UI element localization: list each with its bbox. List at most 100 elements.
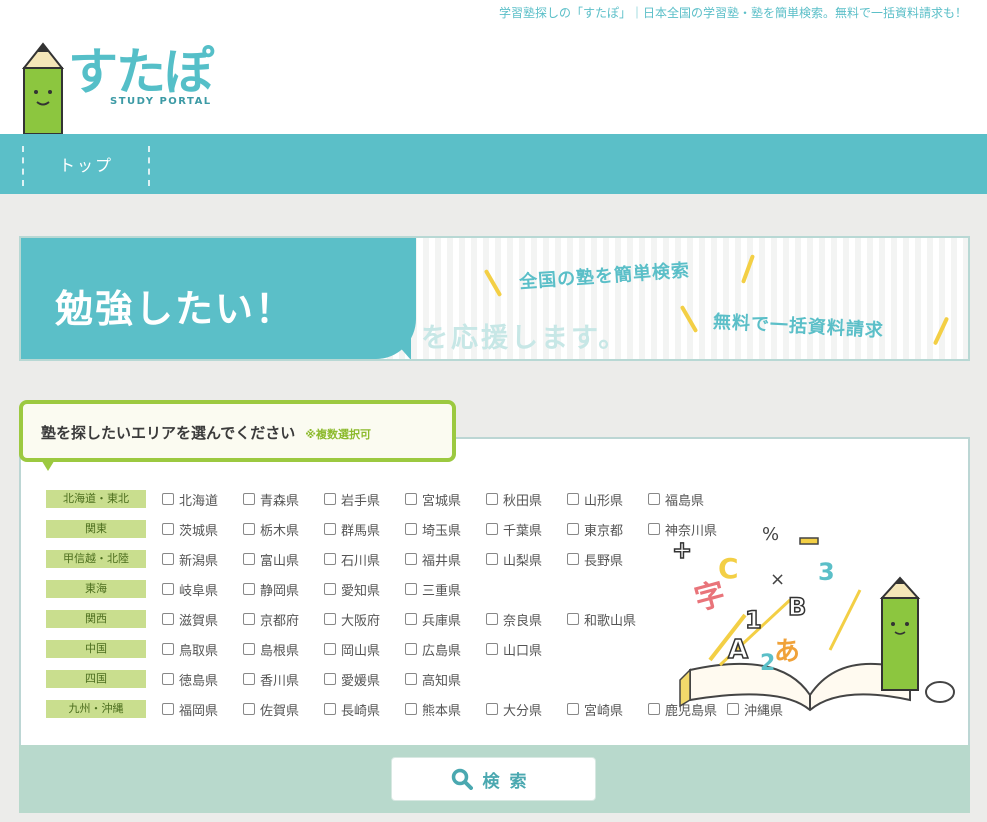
prefecture-option[interactable]: 愛知県 <box>324 578 380 600</box>
prefecture-checkbox[interactable] <box>567 493 579 505</box>
prefecture-checkbox[interactable] <box>486 613 498 625</box>
prefecture-label: 熊本県 <box>422 703 462 719</box>
prefecture-option[interactable]: 島根県 <box>243 638 299 660</box>
prefecture-checkbox[interactable] <box>243 553 255 565</box>
prefecture-checkbox[interactable] <box>243 673 255 685</box>
prefecture-checkbox[interactable] <box>567 613 579 625</box>
prefecture-checkbox[interactable] <box>162 703 174 715</box>
prefecture-checkbox[interactable] <box>405 583 417 595</box>
prefecture-option[interactable]: 新潟県 <box>162 548 218 570</box>
prefecture-checkbox[interactable] <box>243 523 255 535</box>
prefecture-option[interactable]: 山形県 <box>567 488 623 510</box>
site-logo[interactable]: すたぽ STUDY PORTAL <box>18 30 278 134</box>
prefecture-label: 青森県 <box>260 493 300 509</box>
prefecture-option[interactable]: 長野県 <box>567 548 623 570</box>
prefecture-checkbox[interactable] <box>324 583 336 595</box>
prefecture-checkbox[interactable] <box>243 643 255 655</box>
banner-title: 勉強したい！ <box>55 287 296 331</box>
prefecture-checkbox[interactable] <box>405 643 417 655</box>
prefecture-option[interactable]: 高知県 <box>405 668 461 690</box>
prefecture-option[interactable]: 岡山県 <box>324 638 380 660</box>
nav-item-top[interactable]: トップ <box>22 146 150 186</box>
prefecture-checkbox[interactable] <box>324 553 336 565</box>
prefecture-option[interactable]: 栃木県 <box>243 518 299 540</box>
prefecture-option[interactable]: 福井県 <box>405 548 461 570</box>
prefecture-label: 和歌山県 <box>584 613 637 629</box>
prefecture-checkbox[interactable] <box>648 493 660 505</box>
prefecture-checkbox[interactable] <box>567 523 579 535</box>
prefecture-option[interactable]: 山梨県 <box>486 548 542 570</box>
prefecture-checkbox[interactable] <box>486 553 498 565</box>
prefecture-checkbox[interactable] <box>162 583 174 595</box>
prefecture-option[interactable]: 青森県 <box>243 488 299 510</box>
prefecture-checkbox[interactable] <box>486 643 498 655</box>
prefecture-checkbox[interactable] <box>405 493 417 505</box>
prefecture-option[interactable]: 宮崎県 <box>567 698 623 720</box>
prefecture-option[interactable]: 滋賀県 <box>162 608 218 630</box>
prefecture-checkbox[interactable] <box>162 643 174 655</box>
prefecture-checkbox[interactable] <box>324 673 336 685</box>
prefecture-option[interactable]: 福岡県 <box>162 698 218 720</box>
prefecture-checkbox[interactable] <box>162 523 174 535</box>
prefecture-option[interactable]: 茨城県 <box>162 518 218 540</box>
prefecture-checkbox[interactable] <box>243 493 255 505</box>
prefecture-option[interactable]: 北海道 <box>162 488 218 510</box>
prefecture-checkbox[interactable] <box>162 613 174 625</box>
prefecture-checkbox[interactable] <box>405 703 417 715</box>
prefecture-checkbox[interactable] <box>324 493 336 505</box>
prefecture-checkbox[interactable] <box>486 493 498 505</box>
prefecture-option[interactable]: 大阪府 <box>324 608 380 630</box>
prefecture-checkbox[interactable] <box>405 553 417 565</box>
prefecture-option[interactable]: 岐阜県 <box>162 578 218 600</box>
prefecture-option[interactable]: 長崎県 <box>324 698 380 720</box>
prefecture-option[interactable]: 福島県 <box>648 488 704 510</box>
prefecture-option[interactable]: 石川県 <box>324 548 380 570</box>
prefecture-option[interactable]: 兵庫県 <box>405 608 461 630</box>
prefecture-option[interactable]: 静岡県 <box>243 578 299 600</box>
prefecture-checkbox[interactable] <box>324 703 336 715</box>
prefecture-label: 滋賀県 <box>179 613 219 629</box>
prefecture-checkbox[interactable] <box>324 523 336 535</box>
prefecture-checkbox[interactable] <box>567 703 579 715</box>
prefecture-option[interactable]: 三重県 <box>405 578 461 600</box>
prefecture-checkbox[interactable] <box>405 673 417 685</box>
prefecture-checkbox[interactable] <box>243 703 255 715</box>
prefecture-option[interactable]: 埼玉県 <box>405 518 461 540</box>
prefecture-option[interactable]: 愛媛県 <box>324 668 380 690</box>
prefecture-option[interactable]: 山口県 <box>486 638 542 660</box>
prefecture-option[interactable]: 千葉県 <box>486 518 542 540</box>
site-tagline: 学習塾探しの「すたぽ」｜日本全国の学習塾・塾を簡単検索。無料で一括資料請求も！ <box>498 6 967 20</box>
prefecture-option[interactable]: 熊本県 <box>405 698 461 720</box>
prefecture-checkbox[interactable] <box>486 523 498 535</box>
prefecture-checkbox[interactable] <box>162 493 174 505</box>
prefecture-label: 岩手県 <box>341 493 381 509</box>
prefecture-checkbox[interactable] <box>405 613 417 625</box>
prefecture-checkbox[interactable] <box>162 673 174 685</box>
prefecture-option[interactable]: 広島県 <box>405 638 461 660</box>
prefecture-option[interactable]: 奈良県 <box>486 608 542 630</box>
prefecture-checkbox[interactable] <box>486 703 498 715</box>
search-button[interactable]: 検索 <box>391 757 596 801</box>
prefecture-option[interactable]: 徳島県 <box>162 668 218 690</box>
prefecture-checkbox[interactable] <box>324 643 336 655</box>
prefecture-option[interactable]: 京都府 <box>243 608 299 630</box>
prefecture-option[interactable]: 岩手県 <box>324 488 380 510</box>
prefecture-checkbox[interactable] <box>405 523 417 535</box>
prefecture-option[interactable]: 佐賀県 <box>243 698 299 720</box>
accent-line-icon <box>932 316 950 346</box>
prefecture-label: 福岡県 <box>179 703 219 719</box>
prefecture-option[interactable]: 秋田県 <box>486 488 542 510</box>
prefecture-option[interactable]: 群馬県 <box>324 518 380 540</box>
prefecture-checkbox[interactable] <box>243 583 255 595</box>
prefecture-checkbox[interactable] <box>243 613 255 625</box>
prefecture-option[interactable]: 鳥取県 <box>162 638 218 660</box>
prefecture-option[interactable]: 富山県 <box>243 548 299 570</box>
prefecture-checkbox[interactable] <box>162 553 174 565</box>
prefecture-checkbox[interactable] <box>567 553 579 565</box>
prefecture-option[interactable]: 大分県 <box>486 698 542 720</box>
prefecture-checkbox[interactable] <box>324 613 336 625</box>
prefecture-option[interactable]: 東京都 <box>567 518 623 540</box>
prefecture-option[interactable]: 和歌山県 <box>567 608 636 630</box>
prefecture-option[interactable]: 香川県 <box>243 668 299 690</box>
prefecture-option[interactable]: 宮城県 <box>405 488 461 510</box>
